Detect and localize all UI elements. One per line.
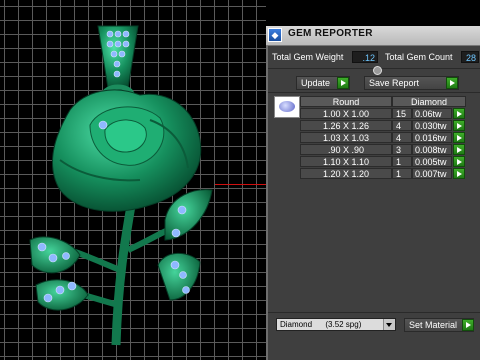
row-select-icon[interactable] (453, 144, 465, 155)
table-header-diamond: Diamond (392, 96, 466, 107)
gem-size-cell: 1.26 X 1.26 (300, 120, 392, 131)
gem-size-cell: .90 X .90 (300, 144, 392, 155)
gem-weight-cell: 0.005tw (412, 156, 452, 167)
axis-line (215, 184, 266, 185)
update-label: Update (301, 78, 331, 88)
gem-count-cell: 4 (392, 120, 412, 131)
rose-pendant-model (29, 25, 213, 346)
gem-weight-cell: 0.016tw (412, 132, 452, 143)
gem-size-cell: 1.10 X 1.10 (300, 156, 392, 167)
gem-weight-cell: 0.007tw (412, 168, 452, 179)
gem-weight-cell: 0.06tw (412, 108, 452, 119)
gem-count-cell: 1 (392, 156, 412, 167)
set-material-go-icon[interactable] (462, 319, 474, 331)
set-material-label: Set Material (409, 320, 458, 330)
divider (268, 312, 480, 313)
row-select-icon[interactable] (453, 108, 465, 119)
material-select-value: Diamond (3.52 spg) (280, 320, 362, 329)
gem-size-cell: 1.03 X 1.03 (300, 132, 392, 143)
save-report-button[interactable]: Save Report (364, 76, 459, 90)
gem-reporter-icon: ◆ (268, 28, 282, 42)
total-gem-weight-value: .12 (352, 51, 378, 63)
save-report-go-icon[interactable] (446, 77, 458, 89)
chevron-down-icon[interactable] (383, 319, 395, 330)
total-gem-count-label: Total Gem Count (385, 52, 453, 62)
collapse-knob[interactable] (373, 66, 382, 75)
table-header-round: Round (300, 96, 392, 107)
panel-titlebar[interactable]: ◆ GEM REPORTER (266, 26, 480, 46)
gem-count-cell: 1 (392, 168, 412, 179)
update-go-icon[interactable] (337, 77, 349, 89)
gem-count-cell: 3 (392, 144, 412, 155)
gem-count-cell: 4 (392, 132, 412, 143)
row-select-icon[interactable] (453, 132, 465, 143)
total-gem-count-value: 28 (461, 51, 479, 63)
gem-weight-cell: 0.008tw (412, 144, 452, 155)
row-select-icon[interactable] (453, 168, 465, 179)
save-report-label: Save Report (369, 78, 420, 88)
gem-count-cell: 15 (392, 108, 412, 119)
panel-title: GEM REPORTER (288, 28, 373, 39)
gem-size-cell: 1.00 X 1.00 (300, 108, 392, 119)
material-select[interactable]: Diamond (3.52 spg) (276, 318, 396, 331)
round-gem-thumbnail (274, 96, 300, 118)
total-gem-weight-label: Total Gem Weight (272, 52, 344, 62)
divider (268, 92, 480, 93)
gem-weight-cell: 0.030tw (412, 120, 452, 131)
3d-viewport[interactable] (0, 0, 266, 360)
row-select-icon[interactable] (453, 156, 465, 167)
gem-size-cell: 1.20 X 1.20 (300, 168, 392, 179)
row-select-icon[interactable] (453, 120, 465, 131)
